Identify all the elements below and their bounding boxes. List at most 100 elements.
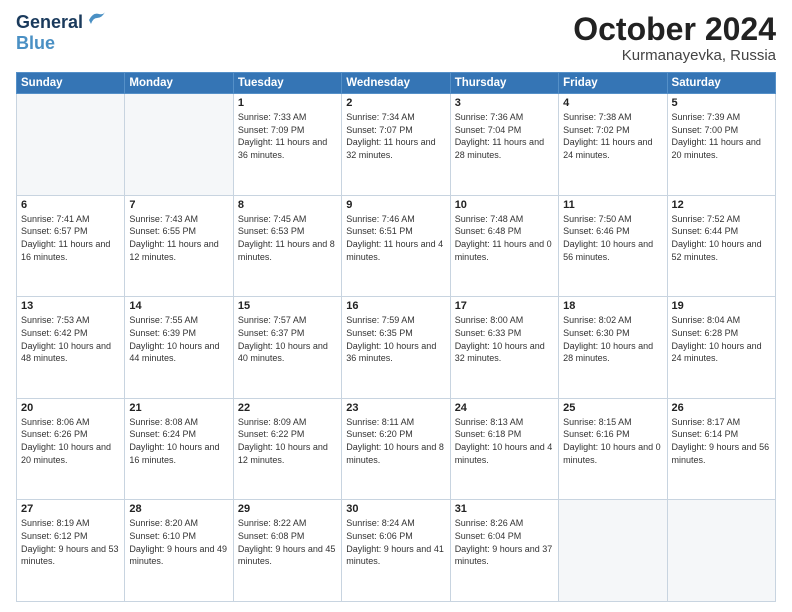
logo-general: General <box>16 12 83 33</box>
weekday-header-friday: Friday <box>559 73 667 94</box>
logo-bird-icon <box>85 10 107 33</box>
day-number: 20 <box>21 402 120 414</box>
calendar-cell: 6 Sunrise: 7:41 AM Sunset: 6:57 PM Daylig… <box>17 195 125 297</box>
day-number: 12 <box>672 199 771 211</box>
calendar-cell: 27 Sunrise: 8:19 AM Sunset: 6:12 PM Dayli… <box>17 500 125 602</box>
cell-info: Sunrise: 8:20 AM Sunset: 6:10 PM Dayligh… <box>129 517 228 567</box>
weekday-header-wednesday: Wednesday <box>342 73 450 94</box>
calendar-cell <box>125 94 233 196</box>
calendar-cell: 31Sunrise: 8:26 AM Sunset: 6:04 PM Dayli… <box>450 500 558 602</box>
calendar-cell: 24Sunrise: 8:13 AM Sunset: 6:18 PM Dayli… <box>450 398 558 500</box>
day-number: 14 <box>129 300 228 312</box>
calendar-cell: 23 Sunrise: 8:11 AM Sunset: 6:20 PM Dayli… <box>342 398 450 500</box>
cell-info: Sunrise: 8:13 AM Sunset: 6:18 PM Dayligh… <box>455 416 554 466</box>
calendar-cell: 21Sunrise: 8:08 AM Sunset: 6:24 PM Dayli… <box>125 398 233 500</box>
calendar-cell: 14 Sunrise: 7:55 AM Sunset: 6:39 PM Dayli… <box>125 297 233 399</box>
day-number: 8 <box>238 199 337 211</box>
calendar-cell: 5Sunrise: 7:39 AM Sunset: 7:00 PM Daylig… <box>667 94 775 196</box>
cell-info: Sunrise: 7:57 AM Sunset: 6:37 PM Dayligh… <box>238 314 337 364</box>
title-block: October 2024 Kurmanayevka, Russia <box>573 12 776 64</box>
calendar-cell: 30Sunrise: 8:24 AM Sunset: 6:06 PM Dayli… <box>342 500 450 602</box>
cell-info: Sunrise: 8:08 AM Sunset: 6:24 PM Dayligh… <box>129 416 228 466</box>
calendar-cell: 22 Sunrise: 8:09 AM Sunset: 6:22 PM Dayli… <box>233 398 341 500</box>
weekday-header-saturday: Saturday <box>667 73 775 94</box>
calendar-week-row: 13 Sunrise: 7:53 AM Sunset: 6:42 PM Dayli… <box>17 297 776 399</box>
page: General Blue October 2024 Kurmanayevka, … <box>0 0 792 612</box>
calendar-cell: 4 Sunrise: 7:38 AM Sunset: 7:02 PM Daylig… <box>559 94 667 196</box>
logo: General Blue <box>16 12 107 54</box>
calendar-cell: 12 Sunrise: 7:52 AM Sunset: 6:44 PM Dayli… <box>667 195 775 297</box>
calendar-week-row: 27 Sunrise: 8:19 AM Sunset: 6:12 PM Dayli… <box>17 500 776 602</box>
calendar-week-row: 20Sunrise: 8:06 AM Sunset: 6:26 PM Dayli… <box>17 398 776 500</box>
cell-info: Sunrise: 7:53 AM Sunset: 6:42 PM Dayligh… <box>21 314 120 364</box>
calendar-table: SundayMondayTuesdayWednesdayThursdayFrid… <box>16 72 776 602</box>
calendar-cell: 19 Sunrise: 8:04 AM Sunset: 6:28 PM Dayli… <box>667 297 775 399</box>
day-number: 28 <box>129 503 228 515</box>
calendar-cell: 1 Sunrise: 7:33 AM Sunset: 7:09 PM Daylig… <box>233 94 341 196</box>
day-number: 4 <box>563 97 662 109</box>
cell-info: Sunrise: 7:41 AM Sunset: 6:57 PM Dayligh… <box>21 213 120 263</box>
calendar-cell: 2 Sunrise: 7:34 AM Sunset: 7:07 PM Daylig… <box>342 94 450 196</box>
calendar-cell <box>17 94 125 196</box>
cell-info: Sunrise: 7:55 AM Sunset: 6:39 PM Dayligh… <box>129 314 228 364</box>
day-number: 27 <box>21 503 120 515</box>
calendar-cell <box>667 500 775 602</box>
cell-info: Sunrise: 7:52 AM Sunset: 6:44 PM Dayligh… <box>672 213 771 263</box>
day-number: 3 <box>455 97 554 109</box>
calendar-cell: 20Sunrise: 8:06 AM Sunset: 6:26 PM Dayli… <box>17 398 125 500</box>
day-number: 16 <box>346 300 445 312</box>
location: Kurmanayevka, Russia <box>573 47 776 64</box>
cell-info: Sunrise: 8:24 AM Sunset: 6:06 PM Dayligh… <box>346 517 445 567</box>
day-number: 2 <box>346 97 445 109</box>
day-number: 19 <box>672 300 771 312</box>
weekday-header-row: SundayMondayTuesdayWednesdayThursdayFrid… <box>17 73 776 94</box>
cell-info: Sunrise: 7:34 AM Sunset: 7:07 PM Dayligh… <box>346 111 445 161</box>
calendar-cell: 3 Sunrise: 7:36 AM Sunset: 7:04 PM Daylig… <box>450 94 558 196</box>
cell-info: Sunrise: 7:33 AM Sunset: 7:09 PM Dayligh… <box>238 111 337 161</box>
weekday-header-monday: Monday <box>125 73 233 94</box>
calendar-cell: 8Sunrise: 7:45 AM Sunset: 6:53 PM Daylig… <box>233 195 341 297</box>
day-number: 23 <box>346 402 445 414</box>
cell-info: Sunrise: 8:04 AM Sunset: 6:28 PM Dayligh… <box>672 314 771 364</box>
cell-info: Sunrise: 7:36 AM Sunset: 7:04 PM Dayligh… <box>455 111 554 161</box>
calendar-cell: 7 Sunrise: 7:43 AM Sunset: 6:55 PM Daylig… <box>125 195 233 297</box>
day-number: 13 <box>21 300 120 312</box>
day-number: 18 <box>563 300 662 312</box>
cell-info: Sunrise: 7:48 AM Sunset: 6:48 PM Dayligh… <box>455 213 554 263</box>
calendar-cell: 26Sunrise: 8:17 AM Sunset: 6:14 PM Dayli… <box>667 398 775 500</box>
weekday-header-tuesday: Tuesday <box>233 73 341 94</box>
calendar-cell: 11Sunrise: 7:50 AM Sunset: 6:46 PM Dayli… <box>559 195 667 297</box>
cell-info: Sunrise: 8:19 AM Sunset: 6:12 PM Dayligh… <box>21 517 120 567</box>
calendar-cell: 28 Sunrise: 8:20 AM Sunset: 6:10 PM Dayli… <box>125 500 233 602</box>
calendar-cell: 10 Sunrise: 7:48 AM Sunset: 6:48 PM Dayli… <box>450 195 558 297</box>
calendar-cell: 25Sunrise: 8:15 AM Sunset: 6:16 PM Dayli… <box>559 398 667 500</box>
calendar-cell: 13 Sunrise: 7:53 AM Sunset: 6:42 PM Dayli… <box>17 297 125 399</box>
calendar-cell: 17Sunrise: 8:00 AM Sunset: 6:33 PM Dayli… <box>450 297 558 399</box>
cell-info: Sunrise: 7:38 AM Sunset: 7:02 PM Dayligh… <box>563 111 662 161</box>
cell-info: Sunrise: 7:43 AM Sunset: 6:55 PM Dayligh… <box>129 213 228 263</box>
cell-info: Sunrise: 7:39 AM Sunset: 7:00 PM Dayligh… <box>672 111 771 161</box>
calendar-week-row: 1 Sunrise: 7:33 AM Sunset: 7:09 PM Daylig… <box>17 94 776 196</box>
calendar-cell: 18Sunrise: 8:02 AM Sunset: 6:30 PM Dayli… <box>559 297 667 399</box>
day-number: 6 <box>21 199 120 211</box>
cell-info: Sunrise: 8:22 AM Sunset: 6:08 PM Dayligh… <box>238 517 337 567</box>
cell-info: Sunrise: 8:15 AM Sunset: 6:16 PM Dayligh… <box>563 416 662 466</box>
day-number: 1 <box>238 97 337 109</box>
logo-blue: Blue <box>16 33 55 53</box>
day-number: 22 <box>238 402 337 414</box>
calendar-cell: 15 Sunrise: 7:57 AM Sunset: 6:37 PM Dayli… <box>233 297 341 399</box>
calendar-cell: 16 Sunrise: 7:59 AM Sunset: 6:35 PM Dayli… <box>342 297 450 399</box>
cell-info: Sunrise: 8:17 AM Sunset: 6:14 PM Dayligh… <box>672 416 771 466</box>
cell-info: Sunrise: 8:09 AM Sunset: 6:22 PM Dayligh… <box>238 416 337 466</box>
day-number: 10 <box>455 199 554 211</box>
weekday-header-sunday: Sunday <box>17 73 125 94</box>
cell-info: Sunrise: 7:59 AM Sunset: 6:35 PM Dayligh… <box>346 314 445 364</box>
day-number: 15 <box>238 300 337 312</box>
cell-info: Sunrise: 8:11 AM Sunset: 6:20 PM Dayligh… <box>346 416 445 466</box>
cell-info: Sunrise: 7:46 AM Sunset: 6:51 PM Dayligh… <box>346 213 445 263</box>
day-number: 7 <box>129 199 228 211</box>
day-number: 11 <box>563 199 662 211</box>
calendar-cell <box>559 500 667 602</box>
day-number: 17 <box>455 300 554 312</box>
month-title: October 2024 <box>573 12 776 47</box>
